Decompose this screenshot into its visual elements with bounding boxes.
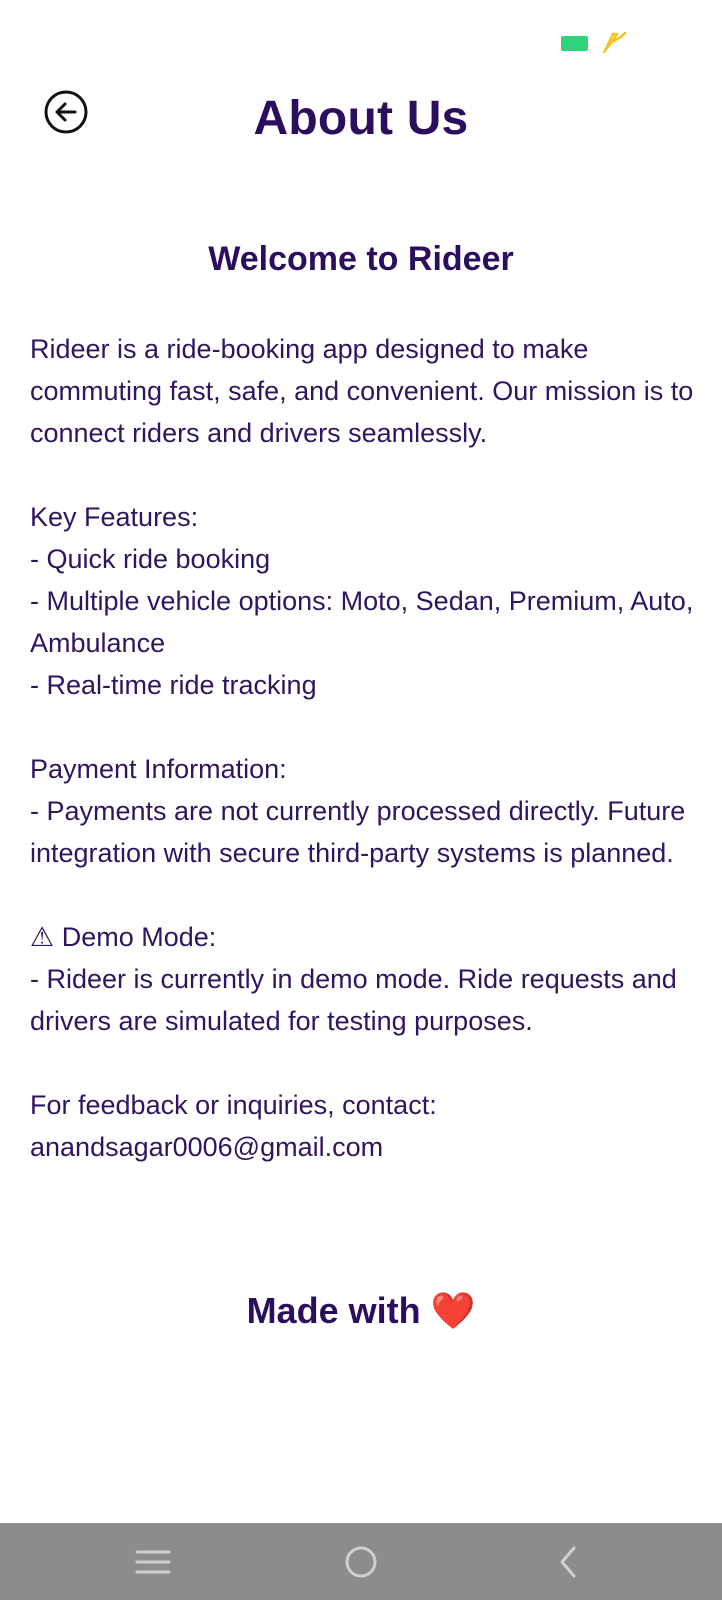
- demo-mode-section: ⚠ Demo Mode: - Rideer is currently in de…: [30, 922, 677, 1036]
- heart-icon: ❤️: [430, 1290, 476, 1331]
- status-bar: [0, 0, 722, 70]
- payment-info-section: Payment Information: - Payments are not …: [30, 754, 686, 868]
- menu-icon: [135, 1550, 171, 1573]
- back-chevron-icon: [560, 1546, 576, 1577]
- welcome-heading: Welcome to Rideer: [208, 240, 514, 278]
- lightning-bolt-icon: [602, 31, 627, 53]
- battery-icon: [561, 36, 588, 51]
- app-header: About Us: [0, 78, 722, 168]
- key-features-section: Key Features: - Quick ride booking - Mul…: [30, 502, 694, 700]
- intro-paragraph: Rideer is a ride-booking app designed to…: [30, 334, 694, 448]
- home-circle-icon: [345, 1546, 377, 1577]
- made-with-label: Made with: [246, 1290, 421, 1331]
- page-title: About Us: [253, 92, 469, 145]
- contact-section: For feedback or inquiries, contact: anan…: [30, 1090, 437, 1162]
- recent-apps-button[interactable]: [93, 1523, 213, 1600]
- system-navigation-bar: [0, 1523, 722, 1600]
- system-back-button[interactable]: [508, 1523, 628, 1600]
- home-button[interactable]: [301, 1523, 421, 1600]
- made-with-footer: Made with ❤️: [0, 1290, 722, 1332]
- about-content: Rideer is a ride-booking app designed to…: [30, 328, 700, 1168]
